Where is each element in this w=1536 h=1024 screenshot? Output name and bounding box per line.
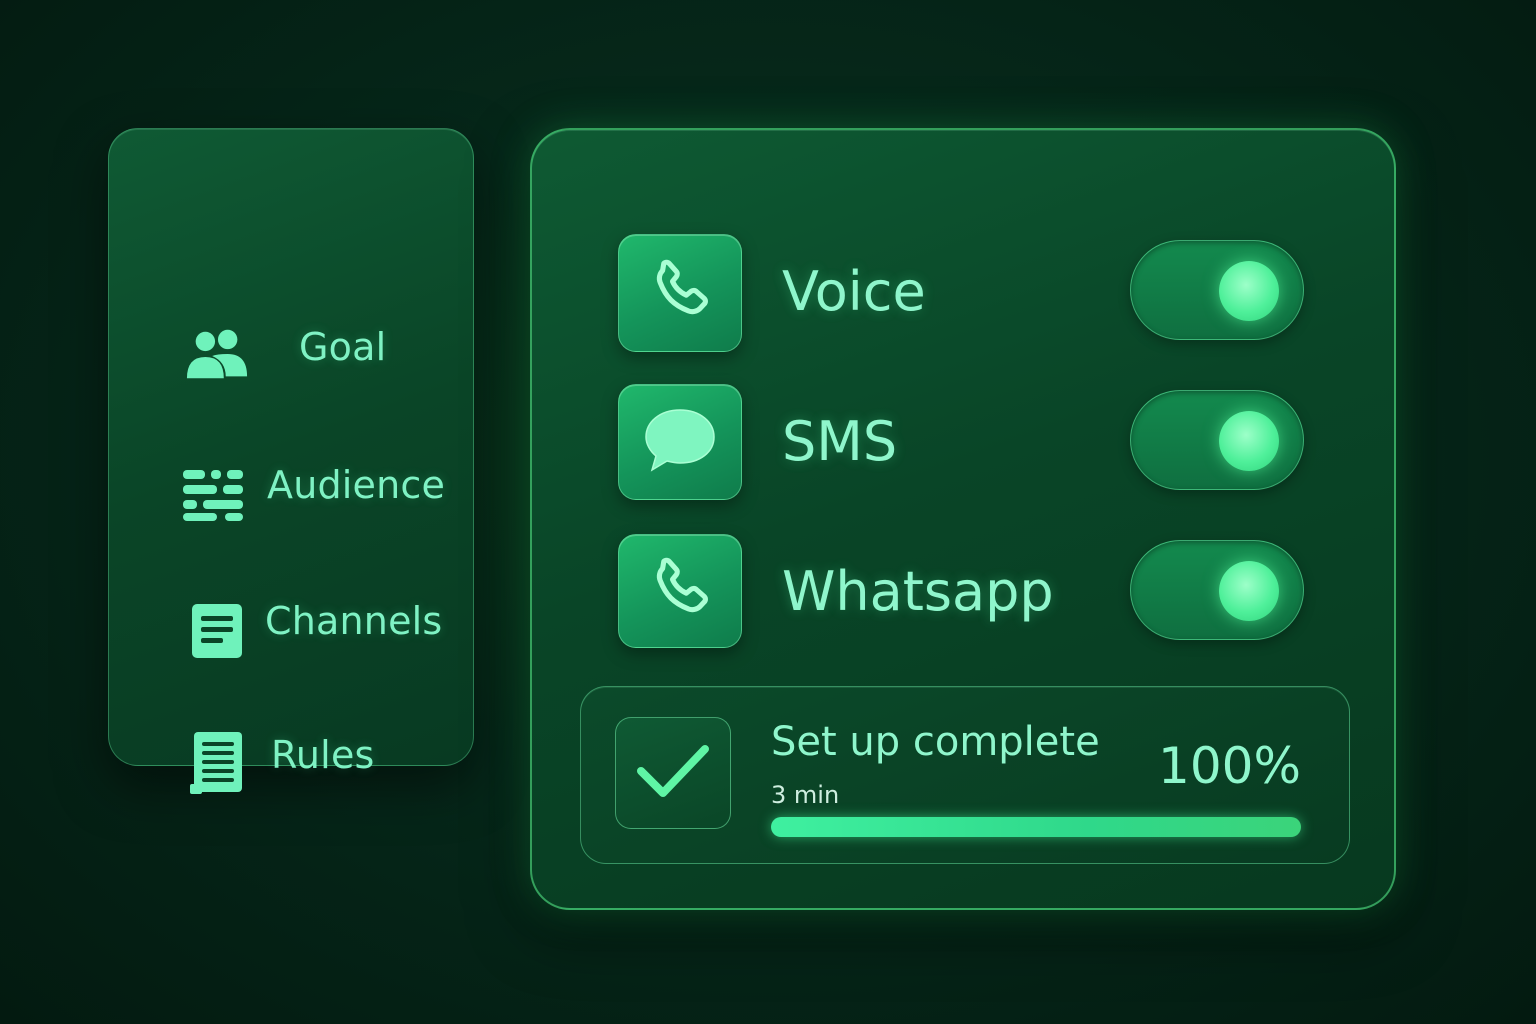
channel-row-voice: Voice [532,234,1394,352]
voice-toggle[interactable] [1130,240,1304,340]
channel-label: SMS [782,410,898,473]
whatsapp-channel-button[interactable] [618,534,742,648]
channels-panel: Voice SMS Whatsapp Set up complete 3 min… [530,128,1396,910]
sms-toggle[interactable] [1130,390,1304,490]
complete-time: 3 min [771,781,840,809]
phone-icon [644,553,716,629]
sidebar-item-audience[interactable]: Audience [109,463,473,559]
complete-percent: 100% [1158,737,1301,795]
list-document-icon [185,731,249,795]
complete-checkbox[interactable] [615,717,731,829]
sidebar-item-label: Rules [271,733,375,777]
sidebar-item-label: Channels [265,599,443,643]
sidebar-item-channels[interactable]: Channels [109,599,473,695]
channel-label: Voice [782,260,926,323]
phone-icon [644,255,716,331]
channel-row-whatsapp: Whatsapp [532,534,1394,652]
checkmark-icon [635,741,711,805]
filter-lines-icon [181,463,245,527]
toggle-knob [1219,561,1279,621]
chat-bubble-icon [642,404,718,480]
toggle-knob [1219,411,1279,471]
sidebar-item-label: Audience [267,463,446,507]
setup-sidebar: Goal Audience Channels Rules [108,128,474,794]
whatsapp-toggle[interactable] [1130,540,1304,640]
voice-channel-button[interactable] [618,234,742,352]
sidebar-item-label: Goal [299,325,387,369]
document-icon [185,599,249,663]
complete-title: Set up complete [771,719,1100,765]
channel-row-sms: SMS [532,384,1394,502]
toggle-knob [1219,261,1279,321]
progress-fill [771,817,1301,837]
progress-bar [771,817,1301,837]
sms-channel-button[interactable] [618,384,742,500]
setup-complete-card: Set up complete 3 min 100% [580,686,1350,864]
channel-label: Whatsapp [782,560,1054,623]
sidebar-item-rules[interactable]: Rules [109,732,473,827]
sidebar-item-goal[interactable]: Goal [109,325,473,417]
users-icon [185,323,249,387]
